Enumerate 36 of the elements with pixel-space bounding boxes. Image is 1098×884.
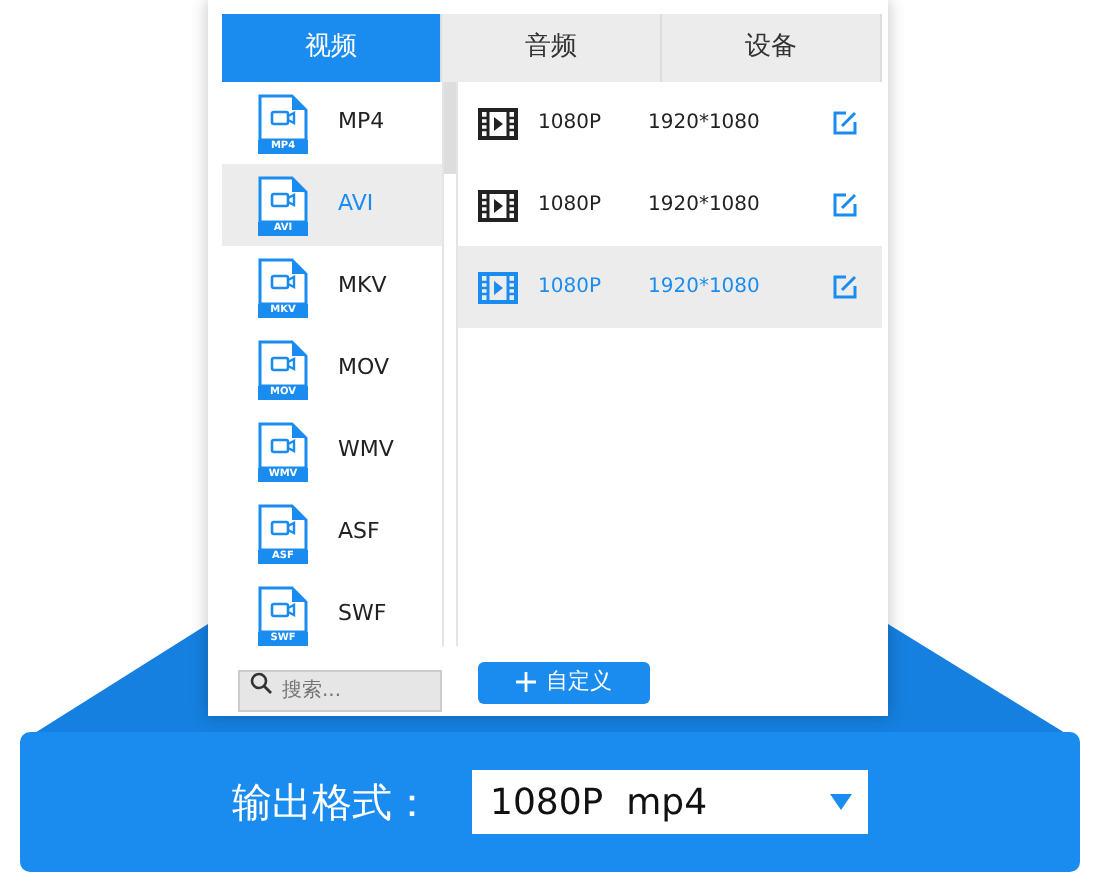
tab[interactable]: 音频 (442, 14, 662, 82)
plus-icon (516, 672, 536, 692)
scrollbar[interactable] (442, 82, 458, 646)
file-icon (258, 175, 308, 221)
format-name: ASF (338, 516, 380, 549)
format-name: MOV (338, 352, 389, 385)
file-icon (258, 339, 308, 385)
format-name: MKV (338, 270, 387, 303)
preset-quality: 1080P (538, 192, 603, 220)
preset-size: 1920*1080 (648, 110, 762, 138)
preset-size: 1920*1080 (648, 192, 762, 220)
format-name: SWF (338, 598, 387, 631)
search-field[interactable]: 搜索... (238, 669, 442, 711)
format-name: AVI (338, 188, 374, 221)
file-icon (258, 503, 308, 549)
caret-icon (830, 794, 852, 810)
file-icon (258, 93, 308, 139)
edit-icon[interactable] (832, 192, 858, 218)
file-icon (258, 421, 308, 467)
output-format-label: 输出格式： (232, 776, 432, 830)
film-icon (478, 271, 518, 303)
preset-row[interactable]: 1080P 1920*1080 (458, 164, 882, 246)
preset-size: 1920*1080 (648, 274, 762, 302)
film-icon (478, 107, 518, 139)
output-format-select[interactable]: 1080P mp4 (472, 770, 868, 834)
preset-row[interactable]: 1080P 1920*1080 (458, 82, 882, 164)
edit-icon[interactable] (832, 110, 858, 136)
file-icon (258, 585, 308, 631)
format-name: WMV (338, 434, 394, 467)
tab[interactable]: 设备 (662, 14, 882, 82)
film-icon (478, 189, 518, 221)
edit-icon[interactable] (832, 274, 858, 300)
format-name: MP4 (338, 106, 385, 139)
preset-quality: 1080P (538, 110, 603, 138)
preset-quality: 1080P (538, 274, 603, 302)
file-icon (258, 257, 308, 303)
